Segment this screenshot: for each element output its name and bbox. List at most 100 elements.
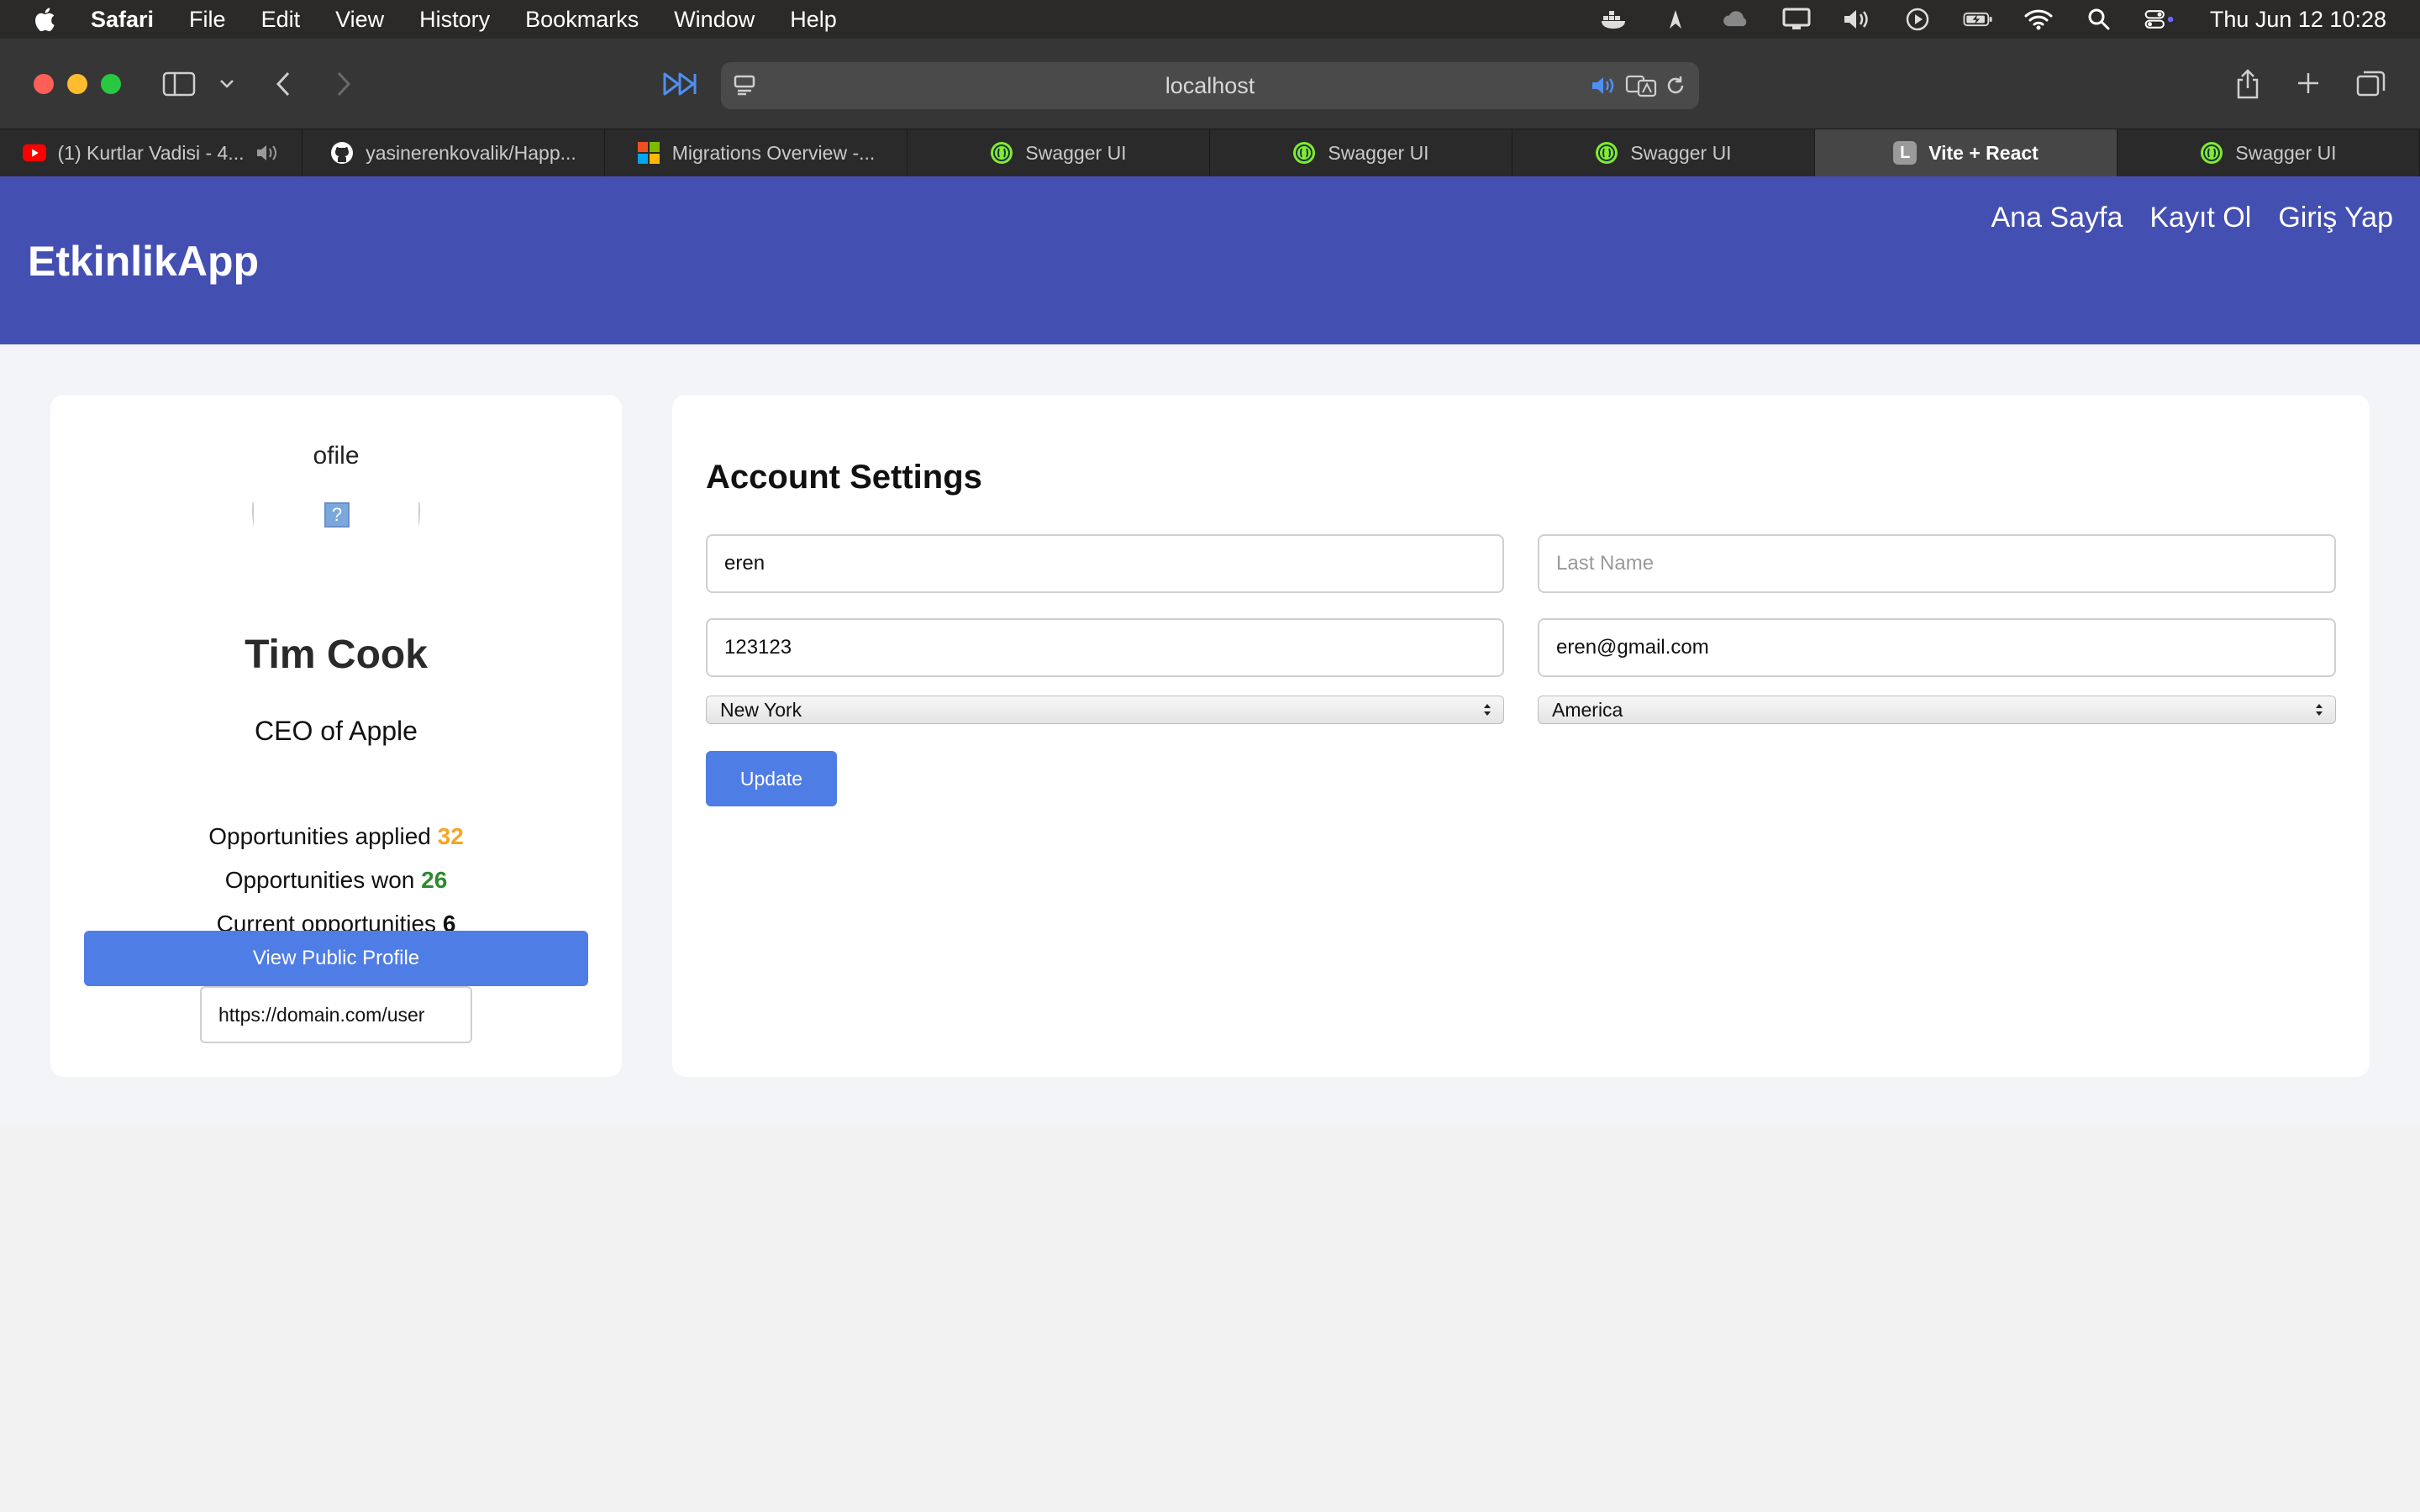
audio-playing-icon[interactable]: [1590, 74, 1618, 97]
macos-menubar: Safari File Edit View History Bookmarks …: [0, 0, 2420, 39]
tab-label: (1) Kurtlar Vadisi - 4...: [57, 141, 245, 164]
tab-github[interactable]: yasinerenkovalik/Happ...: [302, 129, 605, 176]
select-arrows-icon: [2316, 704, 2323, 716]
city-select-value: New York: [720, 699, 802, 721]
profile-name: Tim Cook: [245, 633, 428, 677]
letter-l-icon: L: [1893, 141, 1918, 165]
browser-tab-strip: (1) Kurtlar Vadisi - 4... yasinerenkoval…: [0, 129, 2420, 176]
menu-view[interactable]: View: [335, 7, 384, 33]
apple-logo-icon[interactable]: [32, 5, 60, 34]
settings-title: Account Settings: [706, 459, 982, 496]
public-profile-url-input[interactable]: [200, 986, 472, 1043]
tab-swagger-1[interactable]: Swagger UI: [908, 129, 1210, 176]
display-icon[interactable]: [1781, 7, 1812, 32]
stat-won: Opportunities won 26: [50, 867, 622, 894]
microsoft-icon: [637, 141, 660, 165]
new-tab-plus-icon[interactable]: [2296, 71, 2321, 96]
play-circle-icon[interactable]: [1902, 7, 1933, 32]
tab-swagger-2[interactable]: Swagger UI: [1210, 129, 1512, 176]
swagger-icon: [2200, 141, 2223, 165]
reload-icon[interactable]: [1664, 74, 1687, 97]
tab-label: Vite + React: [1928, 141, 2039, 164]
phone-input[interactable]: [706, 618, 1504, 677]
update-button[interactable]: Update: [706, 751, 837, 806]
stat-value: 32: [437, 823, 464, 849]
address-bar-url: localhost: [1165, 73, 1255, 98]
zoom-window-button[interactable]: [101, 74, 121, 94]
cloud-icon[interactable]: [1721, 7, 1751, 32]
translate-icon[interactable]: [1625, 74, 1657, 97]
country-select[interactable]: America: [1538, 696, 2336, 724]
menu-file[interactable]: File: [189, 7, 226, 33]
country-select-value: America: [1552, 699, 1623, 721]
chevron-down-icon[interactable]: [217, 74, 237, 94]
stat-value: 26: [421, 867, 448, 893]
menu-edit[interactable]: Edit: [261, 7, 301, 33]
tab-swagger-3[interactable]: Swagger UI: [1512, 129, 1815, 176]
tab-label: Swagger UI: [1328, 141, 1429, 164]
avatar-border: [418, 502, 420, 528]
account-settings-card: Account Settings New York America Update: [672, 395, 2370, 1077]
volume-icon[interactable]: [1842, 7, 1872, 32]
close-window-button[interactable]: [34, 74, 54, 94]
tab-vite-react[interactable]: L Vite + React: [1815, 129, 2118, 176]
youtube-icon: [22, 141, 46, 165]
avatar-border: [252, 502, 254, 528]
forward-arrow-icon[interactable]: [331, 69, 356, 99]
nav-register-link[interactable]: Kayıt Ol: [2149, 202, 2251, 234]
docker-icon[interactable]: [1600, 7, 1630, 32]
swagger-icon: [990, 141, 1013, 165]
menu-safari[interactable]: Safari: [91, 7, 154, 33]
menubar-status-area: Thu Jun 12 10:28: [1600, 0, 2386, 39]
nav-login-link[interactable]: Giriş Yap: [2278, 202, 2393, 234]
page-content: ofile ? Tim Cook CEO of Apple Opportunit…: [0, 344, 2420, 1127]
email-input[interactable]: [1538, 618, 2336, 677]
browser-toolbar: localhost: [0, 39, 2420, 129]
profile-card: ofile ? Tim Cook CEO of Apple Opportunit…: [50, 395, 622, 1077]
tab-label: Swagger UI: [2235, 141, 2337, 164]
tab-migrations[interactable]: Migrations Overview -...: [605, 129, 908, 176]
tab-label: yasinerenkovalik/Happ...: [366, 141, 576, 164]
brand-logo[interactable]: EtkinlikApp: [28, 237, 259, 286]
main-nav: Ana Sayfa Kayıt Ol Giriş Yap: [1991, 202, 2393, 234]
last-name-input[interactable]: [1538, 534, 2336, 593]
fast-forward-icon[interactable]: [662, 71, 697, 97]
tab-swagger-4[interactable]: Swagger UI: [2118, 129, 2420, 176]
battery-icon[interactable]: [1963, 7, 1993, 32]
stat-applied: Opportunities applied 32: [50, 823, 622, 850]
address-bar[interactable]: localhost: [721, 62, 1699, 109]
back-arrow-icon[interactable]: [271, 69, 296, 99]
speaker-icon[interactable]: [255, 141, 279, 165]
tab-label: Swagger UI: [1025, 141, 1127, 164]
wifi-icon[interactable]: [2023, 7, 2054, 32]
city-select[interactable]: New York: [706, 696, 1504, 724]
menu-bookmarks[interactable]: Bookmarks: [525, 7, 639, 33]
control-center-icon[interactable]: [2144, 7, 2175, 32]
spotlight-search-icon[interactable]: [2084, 7, 2114, 32]
stat-label: Opportunities applied: [208, 823, 431, 849]
minimize-window-button[interactable]: [67, 74, 87, 94]
tab-label: Swagger UI: [1630, 141, 1732, 164]
tab-overview-icon[interactable]: [2356, 69, 2386, 97]
avatar: ofile ?: [252, 427, 420, 595]
avatar-alt-text: ofile: [313, 442, 360, 470]
menu-history[interactable]: History: [419, 7, 490, 33]
menu-window[interactable]: Window: [674, 7, 755, 33]
menu-help[interactable]: Help: [790, 7, 837, 33]
swagger-icon: [1292, 141, 1316, 165]
tab-label: Migrations Overview -...: [671, 141, 876, 164]
profile-title: CEO of Apple: [255, 716, 418, 746]
menubar-clock[interactable]: Thu Jun 12 10:28: [2210, 7, 2386, 33]
first-name-input[interactable]: [706, 534, 1504, 593]
select-arrows-icon: [1484, 704, 1491, 716]
view-public-profile-button[interactable]: View Public Profile: [84, 931, 588, 986]
nav-home-link[interactable]: Ana Sayfa: [1991, 202, 2123, 234]
stat-label: Opportunities won: [224, 867, 415, 893]
github-icon: [330, 141, 354, 165]
swagger-icon: [1595, 141, 1618, 165]
sidebar-toggle-icon[interactable]: [161, 71, 197, 97]
share-icon[interactable]: [2233, 67, 2262, 101]
pen-tool-icon[interactable]: [1660, 7, 1691, 32]
tab-youtube[interactable]: (1) Kurtlar Vadisi - 4...: [0, 129, 302, 176]
site-header: EtkinlikApp Ana Sayfa Kayıt Ol Giriş Yap: [0, 176, 2420, 344]
